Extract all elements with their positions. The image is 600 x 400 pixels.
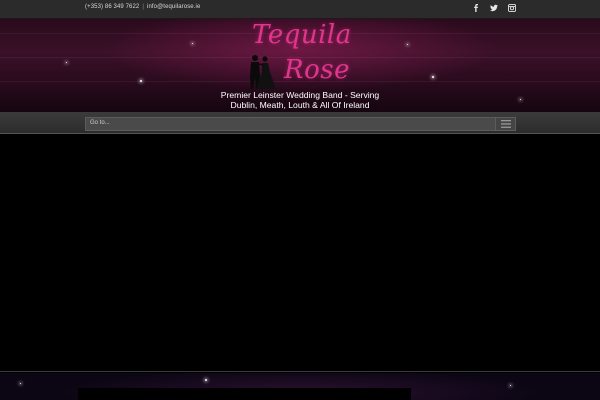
- logo-text-tequila: Tequila: [252, 20, 352, 50]
- sparkle-decoration: [192, 43, 193, 44]
- contact-info: (+353) 86 349 7622 | info@tequilarose.ie: [85, 4, 200, 10]
- sparkle-decoration: [432, 76, 434, 78]
- footer-banner: [0, 373, 600, 400]
- mobile-nav-select[interactable]: Go to...: [85, 117, 516, 131]
- sparkle-decoration: [140, 80, 142, 82]
- site-logo[interactable]: Tequila Rose: [240, 20, 360, 90]
- hamburger-icon: [501, 120, 511, 128]
- twitter-icon[interactable]: [490, 4, 498, 12]
- top-contact-bar: (+353) 86 349 7622 | info@tequilarose.ie: [0, 0, 600, 19]
- contact-separator: |: [142, 4, 145, 10]
- instagram-icon[interactable]: [508, 4, 516, 12]
- tagline-line-1: Premier Leinster Wedding Band - Serving: [220, 90, 380, 100]
- sparkle-decoration: [510, 385, 511, 386]
- email-link[interactable]: info@tequilarose.ie: [147, 4, 200, 10]
- facebook-icon[interactable]: [472, 4, 480, 12]
- nav-menu-toggle[interactable]: [495, 118, 515, 130]
- site-header: Tequila Rose Premier Leinster Wedding Ba…: [0, 19, 600, 114]
- dancing-couple-icon: [250, 55, 276, 89]
- sparkle-decoration: [20, 383, 21, 384]
- nav-select-label: Go to...: [90, 120, 110, 126]
- site-tagline: Premier Leinster Wedding Band - Serving …: [200, 90, 400, 110]
- phone-number[interactable]: (+353) 86 349 7622: [85, 4, 139, 10]
- sparkle-decoration: [407, 44, 408, 45]
- main-content-area: [0, 135, 600, 372]
- sparkle-decoration: [520, 99, 521, 100]
- logo-text-rose: Rose: [284, 55, 350, 85]
- navigation-bar: Go to...: [0, 114, 600, 134]
- social-links: [472, 4, 516, 12]
- sparkle-decoration: [205, 379, 207, 381]
- footer-content-box: [78, 388, 411, 400]
- sparkle-decoration: [66, 62, 67, 63]
- tagline-line-2: Dublin, Meath, Louth & All Of Ireland: [230, 100, 370, 110]
